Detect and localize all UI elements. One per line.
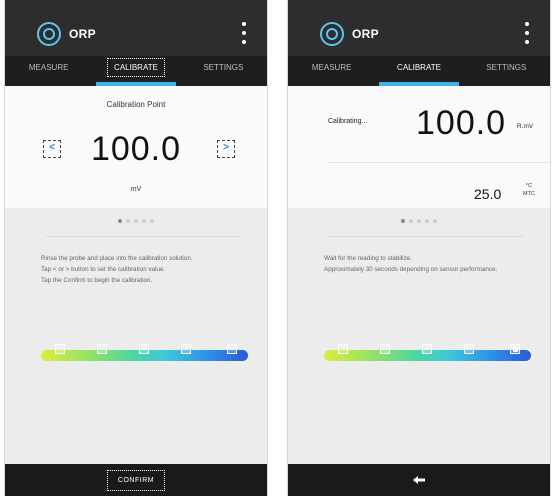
calibration-gauge — [41, 344, 248, 361]
gauge-marker — [338, 344, 348, 354]
bottom-bar: CONFIRM — [5, 464, 267, 496]
divider — [45, 236, 241, 237]
tab-calibrate[interactable]: CALIBRATE — [375, 56, 462, 86]
calibrating-screen-right: ORP MEASURE CALIBRATE SETTINGS Calibrati… — [287, 0, 551, 496]
page-indicator — [288, 219, 550, 223]
app-logo-icon — [320, 22, 344, 46]
temp-unit-symbol: °C — [525, 183, 533, 189]
tab-settings[interactable]: SETTINGS — [180, 56, 267, 86]
reading-value: 100.0 — [416, 104, 507, 142]
instructions-text: Wait for the reading to stabilize. Appro… — [324, 253, 534, 275]
calibrate-screen-left: ORP MEASURE CALIBRATE SETTINGS Calibrati… — [4, 0, 268, 496]
gauge-marker — [181, 344, 191, 354]
instruction-line: Wait for the reading to stabilize. — [324, 255, 412, 262]
temperature-value: 25.0 — [474, 186, 502, 202]
gauge-marker — [422, 344, 432, 354]
more-vertical-icon[interactable] — [524, 22, 530, 44]
temperature-unit: °C MTC — [523, 182, 535, 198]
instruction-line: Approximately 30 seconds depending on se… — [324, 266, 498, 273]
gauge-marker — [380, 344, 390, 354]
gauge-marker — [227, 344, 237, 354]
instruction-line: Tap the Confirm to begin the calibration… — [41, 277, 153, 284]
gauge-marker — [97, 344, 107, 354]
app-title: ORP — [69, 27, 96, 41]
calibration-panel: Calibration Point < 100.0 > mV — [5, 86, 267, 208]
reading-panel: Calibrating... 100.0 R.mV 25.0 °C MTC — [288, 86, 550, 208]
tab-settings[interactable]: SETTINGS — [463, 56, 550, 86]
page-dot — [150, 219, 154, 223]
page-dot — [118, 219, 122, 223]
tab-measure[interactable]: MEASURE — [288, 56, 375, 86]
page-dot — [126, 219, 130, 223]
app-bar: ORP — [288, 0, 550, 56]
app-title: ORP — [352, 27, 379, 41]
app-bar: ORP — [5, 0, 267, 56]
calibration-point-label: Calibration Point — [106, 100, 166, 109]
calibrating-status: Calibrating... — [328, 118, 368, 125]
instruction-line: Tap < or > button to set the calibration… — [41, 266, 166, 273]
gauge-marker — [139, 344, 149, 354]
app-logo-icon — [37, 22, 61, 46]
page-dot — [425, 219, 429, 223]
temp-mode: MTC — [523, 191, 535, 197]
gauge-marker — [55, 344, 65, 354]
page-dot — [433, 219, 437, 223]
instructions-text: Rinse the probe and place into the calib… — [41, 253, 251, 286]
page-indicator — [5, 219, 267, 223]
unit-label: mV — [130, 186, 142, 193]
calibration-gauge — [324, 344, 531, 361]
bottom-bar — [288, 464, 550, 496]
page-dot — [134, 219, 138, 223]
divider — [328, 236, 524, 237]
tab-measure[interactable]: MEASURE — [5, 56, 92, 86]
gauge-marker — [464, 344, 474, 354]
increment-button[interactable]: > — [217, 140, 235, 158]
confirm-button[interactable]: CONFIRM — [106, 470, 166, 491]
page-dot — [409, 219, 413, 223]
page-dot — [417, 219, 421, 223]
instruction-line: Rinse the probe and place into the calib… — [41, 255, 193, 262]
page-dot — [142, 219, 146, 223]
more-vertical-icon[interactable] — [241, 22, 247, 44]
back-arrow-icon[interactable] — [412, 475, 426, 485]
tab-calibrate[interactable]: CALIBRATE — [92, 56, 179, 86]
tab-bar: MEASURE CALIBRATE SETTINGS — [5, 56, 267, 86]
gauge-marker-active — [510, 344, 520, 354]
tab-bar: MEASURE CALIBRATE SETTINGS — [288, 56, 550, 86]
reading-unit: R.mV — [517, 123, 534, 130]
divider — [328, 162, 550, 163]
page-dot — [401, 219, 405, 223]
